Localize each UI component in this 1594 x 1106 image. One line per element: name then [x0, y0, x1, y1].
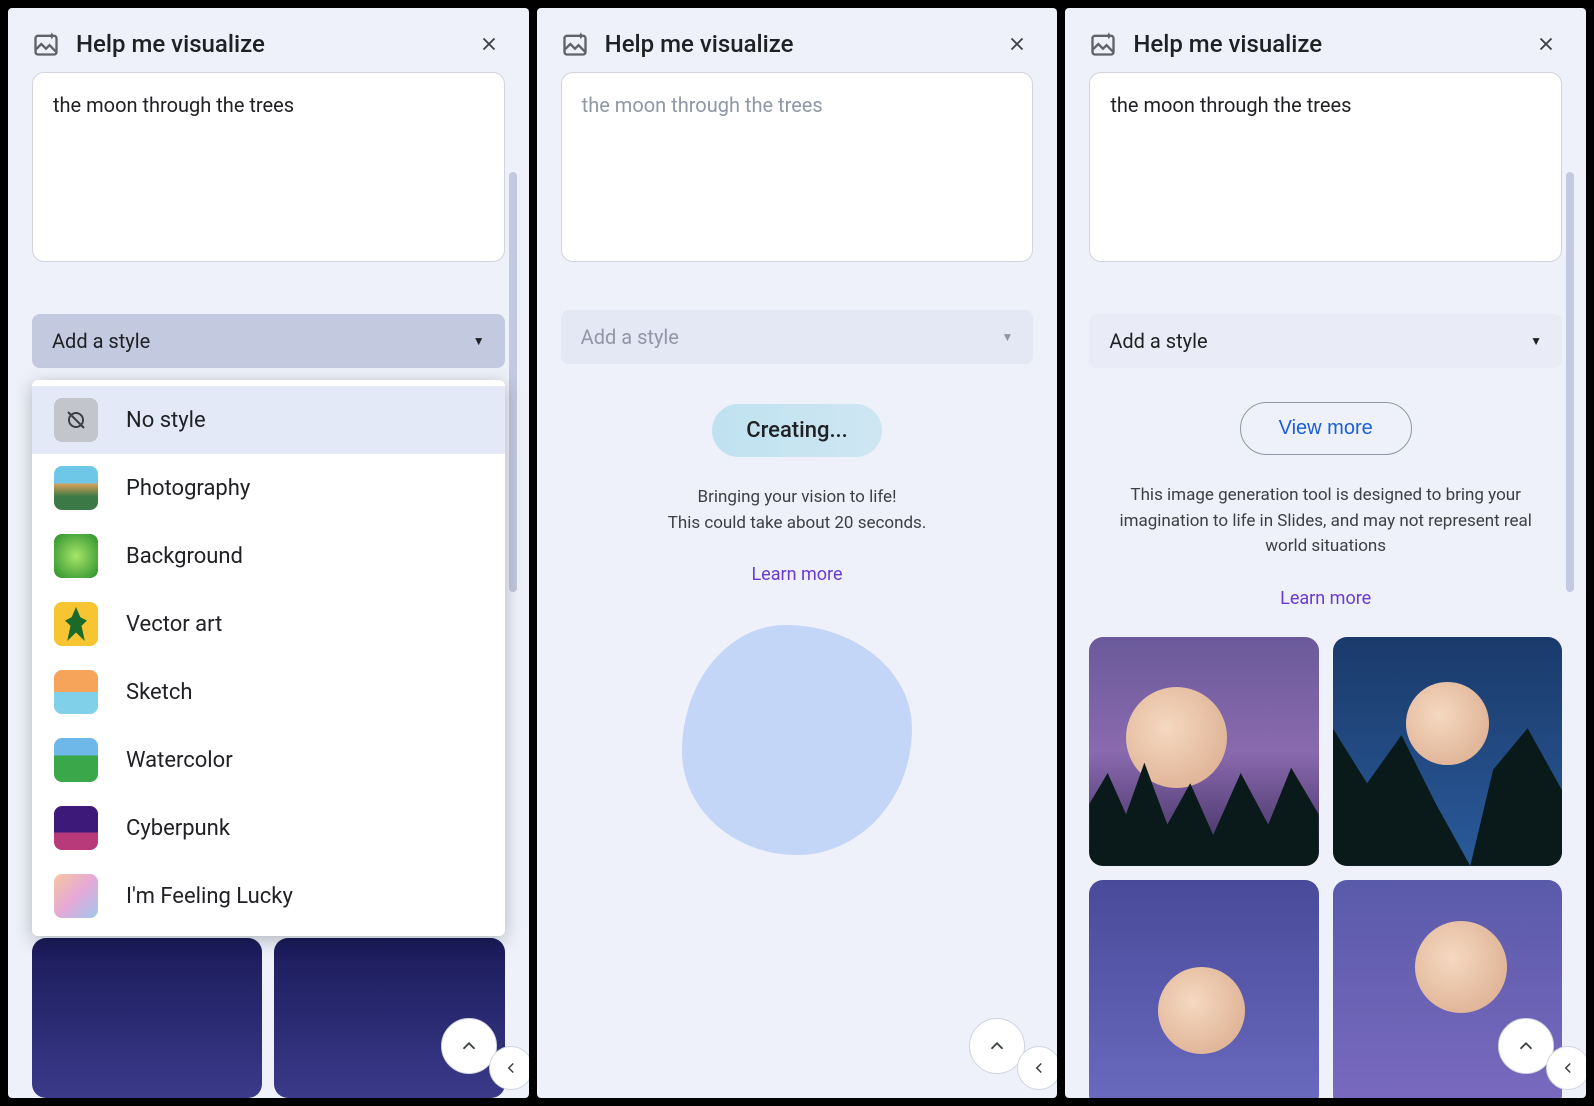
style-option-label: Watercolor — [126, 748, 233, 773]
peek-image — [32, 938, 262, 1098]
style-option-label: Cyberpunk — [126, 816, 230, 841]
collapse-fab[interactable] — [1546, 1046, 1586, 1090]
panel-header: Help me visualize — [8, 8, 529, 72]
sketch-thumb — [54, 670, 98, 714]
style-option-background[interactable]: Background — [32, 522, 505, 590]
prompt-input[interactable] — [32, 72, 505, 262]
no-style-icon — [54, 398, 98, 442]
collapse-fab[interactable] — [1017, 1046, 1057, 1090]
result-image[interactable] — [1089, 880, 1318, 1098]
caret-down-icon: ▼ — [1001, 330, 1013, 344]
result-grid — [1089, 637, 1562, 1099]
vector-art-thumb — [54, 602, 98, 646]
style-option-label: Background — [126, 544, 243, 569]
style-select-label: Add a style — [52, 329, 150, 353]
style-option-vector-art[interactable]: Vector art — [32, 590, 505, 658]
disclaimer-text: This image generation tool is designed t… — [1089, 483, 1562, 560]
caret-down-icon: ▼ — [1530, 334, 1542, 348]
visualize-icon — [561, 30, 589, 58]
panel-results: Help me visualize Add a style ▼ View mor… — [1065, 8, 1586, 1098]
photography-thumb — [54, 466, 98, 510]
close-button[interactable] — [1530, 28, 1562, 60]
style-select[interactable]: Add a style ▼ — [32, 314, 505, 368]
style-select-label: Add a style — [581, 325, 679, 349]
loading-line-1: Bringing your vision to life! — [561, 485, 1034, 511]
panel-title: Help me visualize — [76, 30, 473, 58]
style-dropdown: No style Photography Background Vector a… — [32, 380, 505, 936]
learn-more-link[interactable]: Learn more — [1089, 588, 1562, 609]
visualize-icon — [1089, 30, 1117, 58]
style-option-label: Sketch — [126, 680, 193, 705]
style-select[interactable]: Add a style ▼ — [1089, 314, 1562, 368]
style-option-no-style[interactable]: No style — [32, 386, 505, 454]
watercolor-thumb — [54, 738, 98, 782]
lucky-thumb — [54, 874, 98, 918]
cyberpunk-thumb — [54, 806, 98, 850]
caret-down-icon: ▼ — [473, 334, 485, 348]
style-option-feeling-lucky[interactable]: I'm Feeling Lucky — [32, 862, 505, 930]
style-option-label: Photography — [126, 476, 250, 501]
view-more-button[interactable]: View more — [1240, 402, 1412, 455]
visualize-icon — [32, 30, 60, 58]
style-select-disabled: Add a style ▼ — [561, 310, 1034, 364]
style-option-label: I'm Feeling Lucky — [126, 884, 293, 909]
style-option-watercolor[interactable]: Watercolor — [32, 726, 505, 794]
creating-status: Creating... — [712, 404, 882, 457]
collapse-fab[interactable] — [489, 1046, 529, 1090]
style-option-photography[interactable]: Photography — [32, 454, 505, 522]
style-select-label: Add a style — [1109, 329, 1207, 353]
scrollbar[interactable] — [509, 172, 517, 592]
style-option-cyberpunk[interactable]: Cyberpunk — [32, 794, 505, 862]
panel-body: Add a style ▼ View more This image gener… — [1065, 72, 1586, 1098]
loading-line-2: This could take about 20 seconds. — [561, 511, 1034, 537]
close-button[interactable] — [473, 28, 505, 60]
style-option-label: No style — [126, 408, 206, 433]
style-option-sketch[interactable]: Sketch — [32, 658, 505, 726]
panel-body: the moon through the trees Add a style ▼… — [537, 72, 1058, 1098]
loading-animation — [682, 625, 912, 855]
loading-message: Bringing your vision to life! This could… — [561, 485, 1034, 536]
scrollbar[interactable] — [1566, 172, 1574, 592]
background-results-peek — [32, 938, 505, 1098]
panel-style-picker: Help me visualize Add a style ▼ No style… — [8, 8, 529, 1098]
panel-header: Help me visualize — [537, 8, 1058, 72]
prompt-input[interactable] — [1089, 72, 1562, 262]
result-image[interactable] — [1089, 637, 1318, 866]
prompt-input-disabled: the moon through the trees — [561, 72, 1034, 262]
panel-title: Help me visualize — [605, 30, 1002, 58]
result-image[interactable] — [1333, 637, 1562, 866]
background-thumb — [54, 534, 98, 578]
panel-creating: Help me visualize the moon through the t… — [537, 8, 1058, 1098]
style-option-label: Vector art — [126, 612, 222, 637]
close-button[interactable] — [1001, 28, 1033, 60]
learn-more-link[interactable]: Learn more — [561, 564, 1034, 585]
panel-title: Help me visualize — [1133, 30, 1530, 58]
panel-header: Help me visualize — [1065, 8, 1586, 72]
